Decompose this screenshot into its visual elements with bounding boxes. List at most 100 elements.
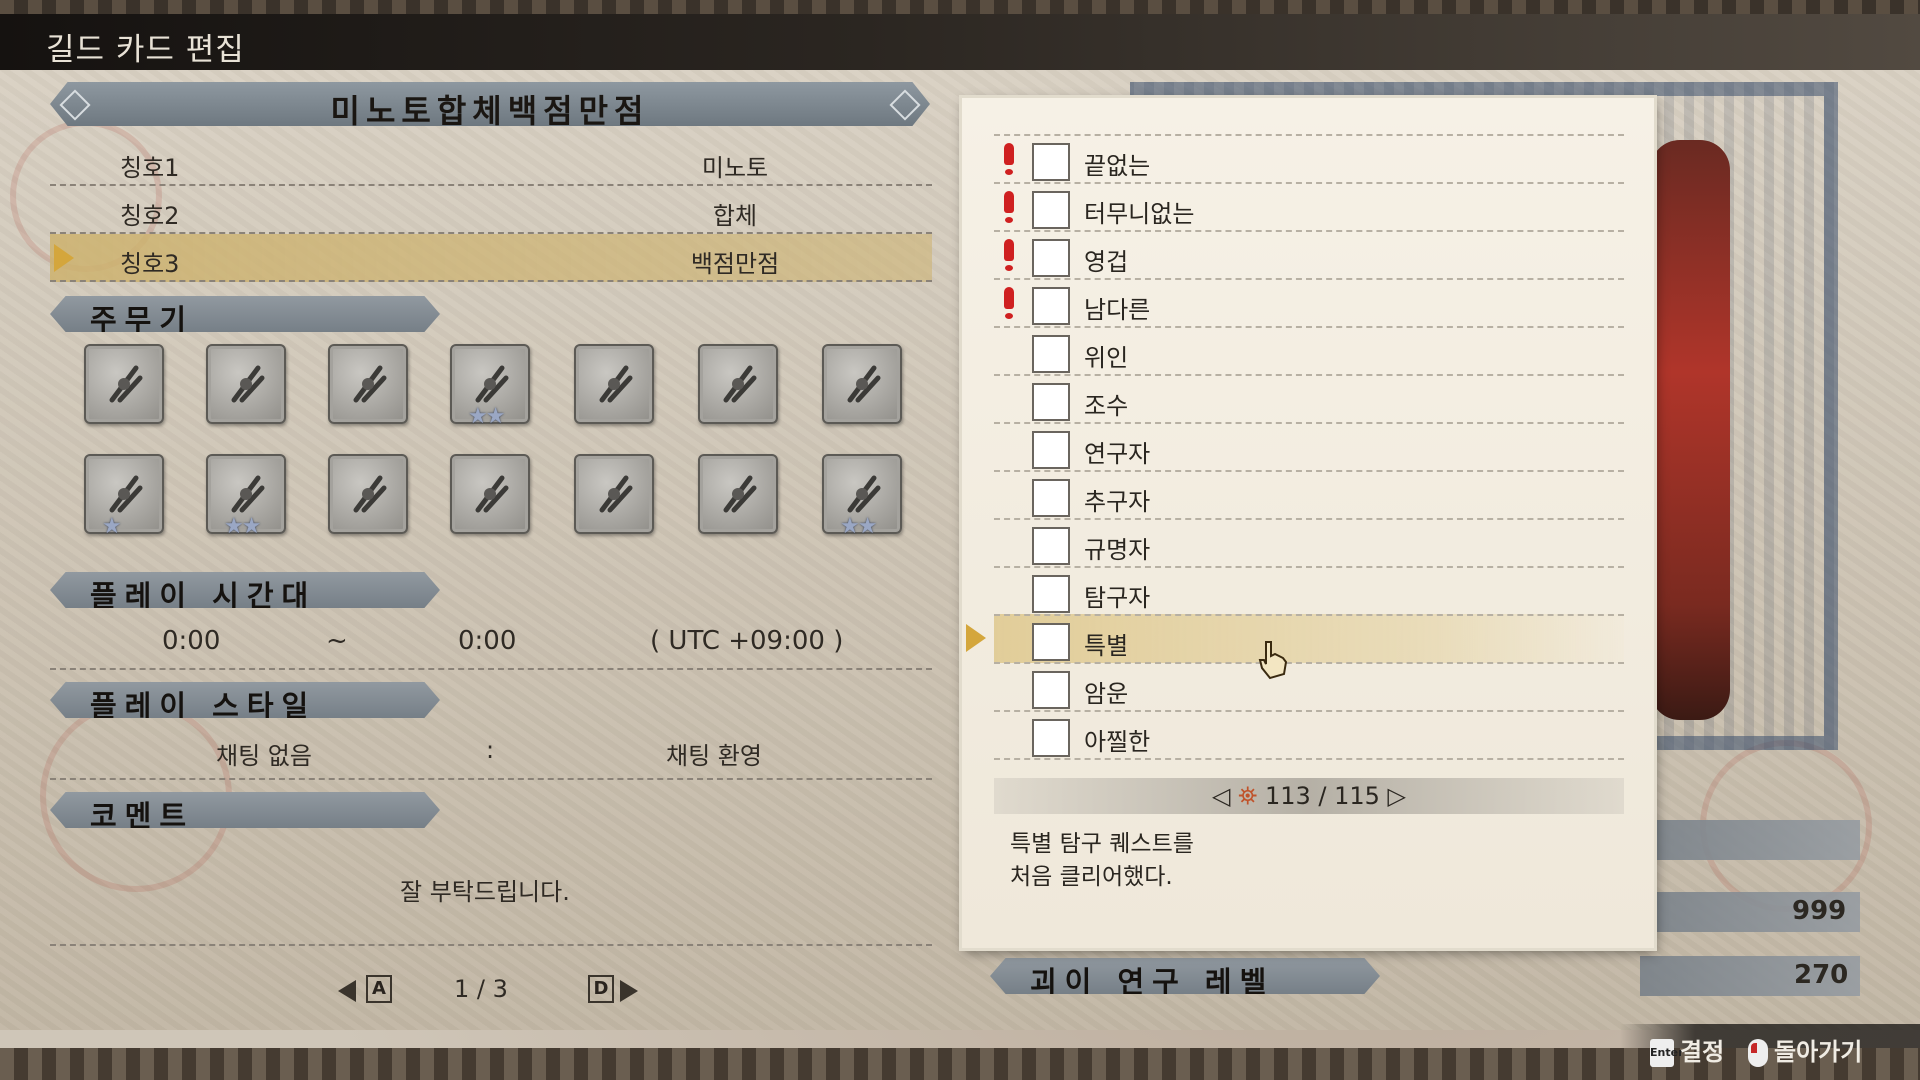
checkbox[interactable]	[1032, 239, 1070, 277]
weapon-glyph	[723, 365, 757, 403]
playtime-end: 0:00	[458, 626, 517, 656]
list-item-label: 영겁	[1084, 248, 1129, 276]
weapon-glyph	[723, 475, 757, 513]
section-playstyle: 플레이 스타일	[50, 682, 440, 718]
list-item-label: 위인	[1084, 344, 1129, 372]
list-page-indicator: 113 / 115	[1264, 782, 1380, 810]
right-mouse-icon	[1748, 1039, 1768, 1067]
checkbox[interactable]	[1032, 287, 1070, 325]
divider	[994, 758, 1624, 760]
checkbox[interactable]	[1032, 719, 1070, 757]
list-next-icon[interactable]: ▷	[1388, 782, 1406, 810]
weapon-star-rating: ★★	[840, 514, 877, 539]
character-figure	[1650, 140, 1730, 720]
section-research-level: 괴이 연구 레벨	[990, 958, 1380, 994]
list-item[interactable]: 남다른	[994, 278, 1624, 327]
title-row-2[interactable]: 칭호2 합체	[50, 186, 932, 234]
list-cursor-icon	[966, 624, 986, 652]
checkbox[interactable]	[1032, 623, 1070, 661]
title-label: 칭호2	[120, 202, 180, 230]
title-label: 칭호1	[120, 154, 180, 182]
checkbox[interactable]	[1032, 479, 1070, 517]
title-row-3[interactable]: 칭호3 백점만점	[50, 234, 932, 282]
weapon-glyph	[599, 475, 633, 513]
list-item[interactable]: 터무니없는	[994, 182, 1624, 231]
list-prev-icon[interactable]: ◁	[1212, 782, 1230, 810]
lance-icon[interactable]	[822, 344, 902, 424]
description-line-1: 특별 탐구 퀘스트를	[1010, 831, 1194, 857]
charge-blade-icon[interactable]	[328, 454, 408, 534]
enter-key-icon: Enter	[1650, 1039, 1684, 1067]
comment-text[interactable]: 잘 부탁드립니다.	[400, 872, 570, 907]
playstyle-right: 채팅 환영	[666, 742, 762, 770]
list-item[interactable]: 위인	[994, 326, 1624, 375]
list-pager-bar: ◁ ⛯ 113 / 115 ▷	[994, 778, 1624, 814]
list-item[interactable]: 규명자	[994, 518, 1624, 567]
heavy-bowgun-icon[interactable]	[698, 454, 778, 534]
hand-pointer-icon	[1258, 641, 1288, 680]
playtime-row[interactable]: 0:00 ~ 0:00 ( UTC +09:00 )	[50, 622, 932, 666]
title-bar: 길드 카드 편집	[0, 14, 1920, 70]
list-item[interactable]: 암운	[994, 662, 1624, 711]
list-item[interactable]: 특별	[994, 614, 1624, 663]
playtime-timezone: ( UTC +09:00 )	[650, 626, 844, 656]
divider	[50, 668, 932, 670]
back-hint[interactable]: 돌아가기	[1748, 1032, 1862, 1067]
long-sword-icon[interactable]	[206, 344, 286, 424]
playstyle-left: 채팅 없음	[216, 742, 312, 770]
next-page-icon[interactable]	[620, 980, 638, 1002]
list-item[interactable]: 조수	[994, 374, 1624, 423]
bottom-border	[0, 1048, 1920, 1080]
left-page-indicator: 1 / 3	[454, 975, 508, 1003]
list-item-label: 탐구자	[1084, 584, 1151, 612]
light-bowgun-icon[interactable]	[574, 454, 654, 534]
insect-glaive-icon[interactable]	[450, 454, 530, 534]
stat-value-2: 270	[1794, 960, 1849, 990]
list-item[interactable]: 영겁	[994, 230, 1624, 279]
new-alert-icon	[1004, 143, 1014, 175]
checkbox[interactable]	[1032, 527, 1070, 565]
title-label: 칭호3	[120, 250, 180, 278]
next-page-key[interactable]: D	[588, 975, 614, 1003]
weapon-star-rating: ★	[102, 514, 122, 539]
list-item-label: 추구자	[1084, 488, 1151, 516]
list-selected-icon: ⛯	[1238, 782, 1258, 810]
weapon-glyph	[475, 365, 509, 403]
list-item[interactable]: 추구자	[994, 470, 1624, 519]
list-item-label: 남다른	[1084, 296, 1151, 324]
weapon-glyph	[353, 365, 387, 403]
checkbox[interactable]	[1032, 671, 1070, 709]
checkbox[interactable]	[1032, 575, 1070, 613]
title-row-1[interactable]: 칭호1 미노토	[50, 138, 932, 186]
hammer-icon[interactable]	[574, 344, 654, 424]
playstyle-row[interactable]: 채팅 없음 : 채팅 환영	[50, 734, 932, 778]
checkbox[interactable]	[1032, 431, 1070, 469]
list-item-label: 연구자	[1084, 440, 1151, 468]
list-item-label: 특별	[1084, 632, 1129, 660]
weapon-glyph	[847, 475, 881, 513]
playstyle-separator: :	[486, 736, 495, 764]
list-item[interactable]: 연구자	[994, 422, 1624, 471]
checkbox[interactable]	[1032, 383, 1070, 421]
list-item[interactable]: 탐구자	[994, 566, 1624, 615]
item-description: 특별 탐구 퀘스트를 처음 클리어했다.	[1010, 828, 1194, 894]
weapon-glyph	[109, 475, 143, 513]
gunlance-icon[interactable]	[84, 454, 164, 534]
list-item[interactable]: 아찔한	[994, 710, 1624, 759]
checkbox[interactable]	[1032, 143, 1070, 181]
checkbox[interactable]	[1032, 191, 1070, 229]
new-alert-icon	[1004, 239, 1014, 271]
confirm-hint[interactable]: Enter결정	[1650, 1032, 1724, 1067]
sword-shield-icon[interactable]	[328, 344, 408, 424]
hunting-horn-icon[interactable]	[698, 344, 778, 424]
checkbox[interactable]	[1032, 335, 1070, 373]
playtime-separator: ~	[326, 626, 348, 656]
stat-bar	[1640, 820, 1860, 860]
great-sword-icon[interactable]	[84, 344, 164, 424]
prev-page-icon[interactable]	[338, 980, 356, 1002]
prev-page-key[interactable]: A	[366, 975, 392, 1003]
title-value: 미노토	[701, 154, 769, 182]
description-line-2: 처음 클리어했다.	[1010, 864, 1173, 890]
list-item-label: 끝없는	[1084, 152, 1151, 180]
list-item[interactable]: 끝없는	[994, 134, 1624, 183]
